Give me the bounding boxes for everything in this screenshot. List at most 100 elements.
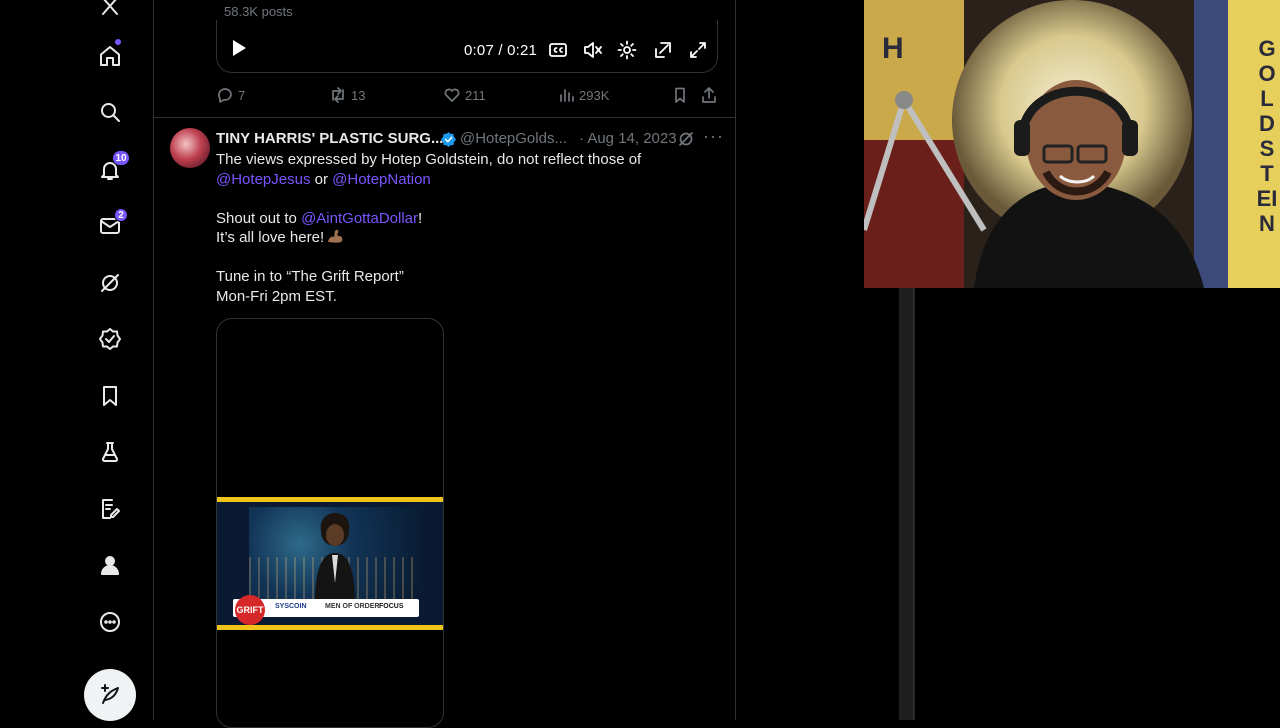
- window-edge-line: [913, 288, 915, 720]
- reply-button[interactable]: 7: [216, 84, 245, 106]
- captions-button[interactable]: [548, 40, 568, 60]
- nav-bookmarks[interactable]: [88, 374, 132, 418]
- play-icon: [233, 40, 246, 56]
- banner-text-right: GOLDSTEIN: [1256, 36, 1278, 236]
- grok-explain-button[interactable]: [677, 130, 695, 148]
- nav-jobs[interactable]: [88, 430, 132, 474]
- home-icon: [100, 46, 120, 66]
- settings-button[interactable]: [617, 40, 637, 60]
- tweet-divider: [154, 117, 735, 118]
- sponsor-label: FOCUS: [379, 603, 404, 610]
- settings-icon: [617, 40, 637, 60]
- bookmark-icon: [675, 87, 685, 103]
- nav-messages[interactable]: 2: [88, 204, 132, 248]
- author-handle[interactable]: @HotepGolds...: [460, 130, 567, 147]
- tweet-text-fragment: It’s all love here!: [216, 229, 325, 246]
- bookmark-button[interactable]: [671, 84, 689, 106]
- avatar[interactable]: [170, 128, 210, 168]
- tweet-text-fragment: or: [310, 170, 333, 188]
- nav-articles[interactable]: [88, 487, 132, 531]
- sidebar-nav: 10 2: [0, 0, 153, 721]
- video-time: 0:07 / 0:21: [464, 42, 538, 59]
- nav-notifications[interactable]: 10: [88, 148, 132, 192]
- profile-posts-count: 58.3K posts: [224, 4, 293, 19]
- mention-link[interactable]: @HotepNation: [332, 171, 431, 188]
- tweet-text-line: Tune in to “The Grift Report”: [216, 268, 404, 285]
- reply-count: 7: [238, 87, 246, 103]
- play-button[interactable]: [229, 38, 249, 58]
- video-frame: GRIFT SYSCOIN MEN OF ORDER FOCUS: [217, 497, 443, 630]
- webcam-overlay: H GOLDSTEIN: [864, 0, 1280, 288]
- tweet-text-line: Mon-Fri 2pm EST.: [216, 287, 337, 305]
- heart-icon: [444, 88, 460, 102]
- like-count: 211: [465, 87, 486, 103]
- pip-icon: [655, 42, 671, 58]
- presenter-figure: [315, 513, 355, 605]
- grok-icon: [679, 132, 693, 146]
- tweet-date[interactable]: · Aug 14, 2023: [579, 130, 677, 147]
- tweet-text-fragment: !: [418, 209, 423, 227]
- nav-more[interactable]: [88, 600, 132, 644]
- compose-post-button[interactable]: [84, 669, 136, 721]
- messages-badge: 2: [114, 208, 128, 222]
- share-button[interactable]: [700, 84, 718, 106]
- search-icon: [101, 103, 120, 122]
- tweet-video[interactable]: GRIFT SYSCOIN MEN OF ORDER FOCUS: [216, 318, 444, 728]
- sponsor-label: SYSCOIN: [275, 603, 307, 610]
- grok-icon: [101, 274, 119, 292]
- mute-icon: [584, 42, 602, 58]
- webcam-scene: H: [864, 0, 1280, 288]
- views-button[interactable]: 293K: [557, 84, 609, 106]
- home-unread-dot: [115, 39, 121, 45]
- nav-grok[interactable]: [88, 261, 132, 305]
- tweet-text-line: Shout out to @AintGottaDollar!: [216, 209, 721, 229]
- banner-letter-left: H: [882, 32, 904, 65]
- tweet-header: TINY HARRIS' PLASTIC SURG... @HotepGolds…: [216, 126, 723, 150]
- grift-report-logo: GRIFT: [235, 595, 265, 625]
- tweet-text-line: It’s all love here!: [216, 228, 721, 248]
- flexed-biceps-emoji-icon: [328, 229, 343, 243]
- share-icon: [702, 87, 716, 103]
- mute-button[interactable]: [583, 40, 603, 60]
- pip-button[interactable]: [653, 40, 673, 60]
- fullscreen-button[interactable]: [688, 40, 708, 60]
- frame-border-bottom: [217, 625, 443, 630]
- edit-document-icon: [102, 499, 120, 519]
- reply-icon: [218, 88, 232, 103]
- tweet-text-line: @HotepJesus or @HotepNation: [216, 170, 721, 190]
- repost-icon: [332, 87, 344, 103]
- repost-count: 13: [351, 87, 366, 103]
- author-name[interactable]: TINY HARRIS' PLASTIC SURG...: [216, 130, 443, 147]
- like-button[interactable]: 211: [443, 84, 486, 106]
- x-logo-icon[interactable]: [88, 0, 132, 28]
- tweet-text-line: The views expressed by Hotep Goldstein, …: [216, 151, 642, 168]
- timeline-column: 58.3K posts 0:07 / 0:21 7 13 211 293K TI…: [153, 0, 736, 728]
- flask-icon: [101, 442, 119, 462]
- tweet-text-fragment: Shout out to: [216, 209, 302, 227]
- views-count: 293K: [579, 87, 610, 103]
- bookmark-icon: [103, 386, 117, 406]
- tweet-text: The views expressed by Hotep Goldstein, …: [216, 150, 721, 306]
- mention-link[interactable]: @AintGottaDollar: [301, 210, 418, 227]
- nav-home[interactable]: [88, 34, 132, 78]
- notifications-badge: 10: [112, 150, 130, 166]
- person-icon: [101, 556, 119, 575]
- more-options-button[interactable]: ···: [703, 126, 724, 147]
- tweet-actions: 7 13 211 293K: [216, 84, 718, 106]
- fullscreen-icon: [690, 42, 706, 58]
- video-player-controls: 0:07 / 0:21: [216, 20, 718, 73]
- mention-link[interactable]: @HotepJesus: [216, 171, 310, 188]
- more-circle-icon: [100, 612, 120, 632]
- verified-badge-icon: [441, 132, 456, 147]
- nav-verified[interactable]: [88, 317, 132, 361]
- frame-border-top: [217, 497, 443, 502]
- feather-plus-icon: [101, 684, 119, 704]
- nav-profile[interactable]: [88, 543, 132, 587]
- repost-button[interactable]: 13: [329, 84, 365, 106]
- verified-badge-icon: [99, 328, 121, 350]
- nav-explore[interactable]: [88, 90, 132, 134]
- captions-icon: [549, 43, 567, 57]
- views-chart-icon: [560, 89, 574, 102]
